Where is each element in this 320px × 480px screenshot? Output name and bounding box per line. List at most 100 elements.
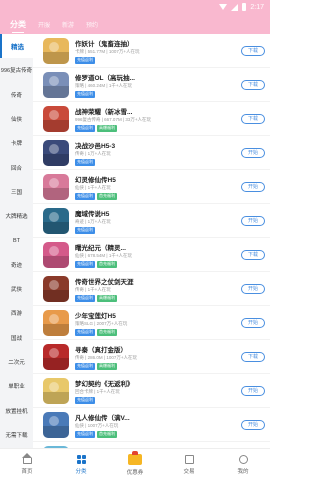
sidebar-item[interactable]: BT xyxy=(0,228,33,252)
download-button[interactable]: 下载 xyxy=(241,113,265,124)
game-tag: 充值返利 xyxy=(75,430,95,438)
sidebar-item[interactable]: 三国 xyxy=(0,180,33,204)
game-tag: 充值返利 xyxy=(75,396,95,404)
start-button[interactable]: 开始 xyxy=(241,283,265,294)
sidebar-item[interactable]: 回合 xyxy=(0,155,33,179)
game-name: 少年宝莲灯H5 xyxy=(75,312,116,320)
nav-label: 首页 xyxy=(21,468,33,475)
game-row[interactable]: 少年宝莲灯H5 策略SLG | 2007万+人在玩 充值返利 首充福利 开始 xyxy=(33,306,270,340)
game-info: 少年宝莲灯H5 策略SLG | 2007万+人在玩 充值返利 首充福利 xyxy=(75,310,241,336)
game-tag: 高爆福利 xyxy=(97,362,117,370)
game-tag: 充值返利 xyxy=(75,56,95,64)
start-button[interactable]: 开始 xyxy=(241,317,265,328)
game-info: 决战沙邑H5-3 传奇 | 1万+人在玩 充值返利 xyxy=(75,140,241,166)
game-icon xyxy=(43,37,69,64)
game-meta: 卡牌 | 551.77M | 1007万+人在玩 xyxy=(75,49,140,54)
game-tag: 充值返利 xyxy=(75,362,95,370)
game-meta: 回合卡牌 | 1千+人在玩 xyxy=(75,389,120,394)
sidebar-item[interactable]: 传奇 xyxy=(0,83,33,107)
game-name: 梦幻契约《无返利》 xyxy=(75,380,134,388)
start-button[interactable]: 开始 xyxy=(241,215,265,226)
tab-open-server[interactable]: 开服 xyxy=(38,20,50,29)
home-icon xyxy=(21,452,32,464)
game-icon xyxy=(43,207,69,234)
game-tags: 充值返利 xyxy=(75,90,241,98)
sidebar-item[interactable]: 大牌精选 xyxy=(0,204,33,228)
download-button[interactable]: 下载 xyxy=(241,351,265,362)
game-tag: 首充福利 xyxy=(97,328,117,336)
nav-home[interactable]: 首页 xyxy=(0,449,54,480)
bottom-nav: 首页 分类 优惠券 交易 我的 xyxy=(0,448,270,480)
game-name: 决战沙邑H5-3 xyxy=(75,142,116,150)
sidebar-item[interactable]: 放置挂机 xyxy=(0,398,33,422)
game-row[interactable]: 传奇世界之仗剑天涯 传奇 | 1千+人在玩 充值返利 高爆福利 开始 xyxy=(33,272,270,306)
game-meta: 奇迹 | 1万+人在玩 xyxy=(75,219,111,224)
download-button[interactable]: 下载 xyxy=(241,249,265,260)
sidebar-item[interactable]: 精选 xyxy=(0,34,33,59)
game-name: 作妖计（鬼畜连抽） xyxy=(75,40,134,48)
game-row[interactable]: 梦幻契约《无返利》 回合卡牌 | 1千+人在玩 充值返利 开始 xyxy=(33,374,270,408)
sidebar-item[interactable]: 国战 xyxy=(0,326,33,350)
game-meta: 策略SLG | 2007万+人在玩 xyxy=(75,321,128,326)
sidebar-item[interactable]: 卡牌 xyxy=(0,131,33,155)
start-button[interactable]: 开始 xyxy=(241,385,265,396)
nav-profile[interactable]: 我的 xyxy=(216,449,270,480)
tab-category[interactable]: 分类 xyxy=(10,19,26,33)
start-button[interactable]: 开始 xyxy=(241,181,265,192)
game-tag: 首充福利 xyxy=(97,430,117,438)
user-icon xyxy=(238,454,248,464)
game-row[interactable]: 修罗道OL（高玩抽... 策略 | 460.24M | 1千+人在玩 充值返利 下载 xyxy=(33,68,270,102)
game-row[interactable]: 战神荣耀（新冰雪... 996复古传奇 | 667.07M | 33万+人在玩 充值… xyxy=(33,102,270,136)
sidebar-item[interactable]: 仙侠 xyxy=(0,107,33,131)
start-button[interactable]: 开始 xyxy=(241,147,265,158)
game-info: 作妖计（鬼畜连抽） 卡牌 | 551.77M | 1007万+人在玩 充值返利 xyxy=(75,38,241,64)
download-button[interactable]: 下载 xyxy=(241,79,265,90)
header-tabs: 分类 开服 新游 预约 xyxy=(0,14,270,34)
game-tag: 高爆福利 xyxy=(97,124,117,132)
game-meta: 仙侠 | 678.54M | 1千+人在玩 xyxy=(75,253,132,258)
game-tags: 充值返利 首充福利 xyxy=(75,430,241,438)
game-info: 传奇世界之仗剑天涯 传奇 | 1千+人在玩 充值返利 高爆福利 xyxy=(75,276,241,302)
game-row[interactable]: 幻灵修仙传H5 仙侠 | 1千+人在玩 充值返利 首充福利 开始 xyxy=(33,170,270,204)
sidebar-item[interactable]: 单职业 xyxy=(0,374,33,398)
download-button[interactable]: 下载 xyxy=(241,45,265,56)
game-tags: 充值返利 xyxy=(75,56,241,64)
nav-category[interactable]: 分类 xyxy=(54,449,108,480)
status-bar: 2:17 xyxy=(0,0,270,14)
game-row[interactable]: 魔域传说H5 奇迹 | 1万+人在玩 充值返利 开始 xyxy=(33,204,270,238)
sidebar-item[interactable]: 无需下载 xyxy=(0,423,33,447)
game-tags: 充值返利 高爆福利 xyxy=(75,362,241,370)
game-tag: 充值返利 xyxy=(75,226,95,234)
game-row[interactable]: 作妖计（鬼畜连抽） 卡牌 | 551.77M | 1007万+人在玩 充值返利 下载 xyxy=(33,34,270,68)
tab-new-games[interactable]: 新游 xyxy=(62,20,74,29)
game-info: 梦幻契约《无返利》 回合卡牌 | 1千+人在玩 充值返利 xyxy=(75,378,241,404)
game-meta: 仙侠 | 1007万+人在玩 xyxy=(75,423,119,428)
app-screen: 2:17 分类 开服 新游 预约 精选 996复古传奇 传奇 仙侠 卡牌 回合 三国 大牌精选… xyxy=(0,0,270,480)
game-name: 幻灵修仙传H5 xyxy=(75,176,116,184)
sidebar-item[interactable]: 西游 xyxy=(0,301,33,325)
sidebar-item[interactable]: 二次元 xyxy=(0,350,33,374)
game-icon xyxy=(43,105,69,132)
game-tag: 充值返利 xyxy=(75,328,95,336)
sidebar-item[interactable]: 武侠 xyxy=(0,277,33,301)
nav-trade[interactable]: 交易 xyxy=(162,449,216,480)
game-row[interactable]: 曙光纪元（精灵... 仙侠 | 678.54M | 1千+人在玩 充值返利 首充福利下… xyxy=(33,238,270,272)
game-info: 寻秦（真打金版） 传奇 | 286.0M | 1007万+人在玩 充值返利 高爆福利 xyxy=(75,344,241,370)
sidebar-item[interactable]: 奇迹 xyxy=(0,253,33,277)
tab-reservation[interactable]: 预约 xyxy=(86,20,98,29)
game-meta: 传奇 | 1万+人在玩 xyxy=(75,151,111,156)
nav-coupon[interactable]: 优惠券 xyxy=(108,449,162,480)
battery-icon xyxy=(242,3,247,11)
game-tags: 充值返利 高爆福利 xyxy=(75,124,241,132)
start-button[interactable]: 开始 xyxy=(241,419,265,430)
game-tags: 充值返利 xyxy=(75,226,241,234)
game-tags: 充值返利 首充福利 xyxy=(75,328,241,336)
game-row[interactable]: 决战沙邑H5-3 传奇 | 1万+人在玩 充值返利 开始 xyxy=(33,136,270,170)
game-row[interactable]: 寻秦（真打金版） 传奇 | 286.0M | 1007万+人在玩 充值返利 高爆福利下… xyxy=(33,340,270,374)
sidebar-item[interactable]: 996复古传奇 xyxy=(0,58,33,82)
game-info: 幻灵修仙传H5 仙侠 | 1千+人在玩 充值返利 首充福利 xyxy=(75,174,241,200)
game-icon xyxy=(43,173,69,200)
game-row[interactable]: 凡人修仙传（满V... 仙侠 | 1007万+人在玩 充值返利 首充福利 开始 xyxy=(33,408,270,442)
game-icon xyxy=(43,71,69,98)
coupon-icon xyxy=(128,450,142,465)
